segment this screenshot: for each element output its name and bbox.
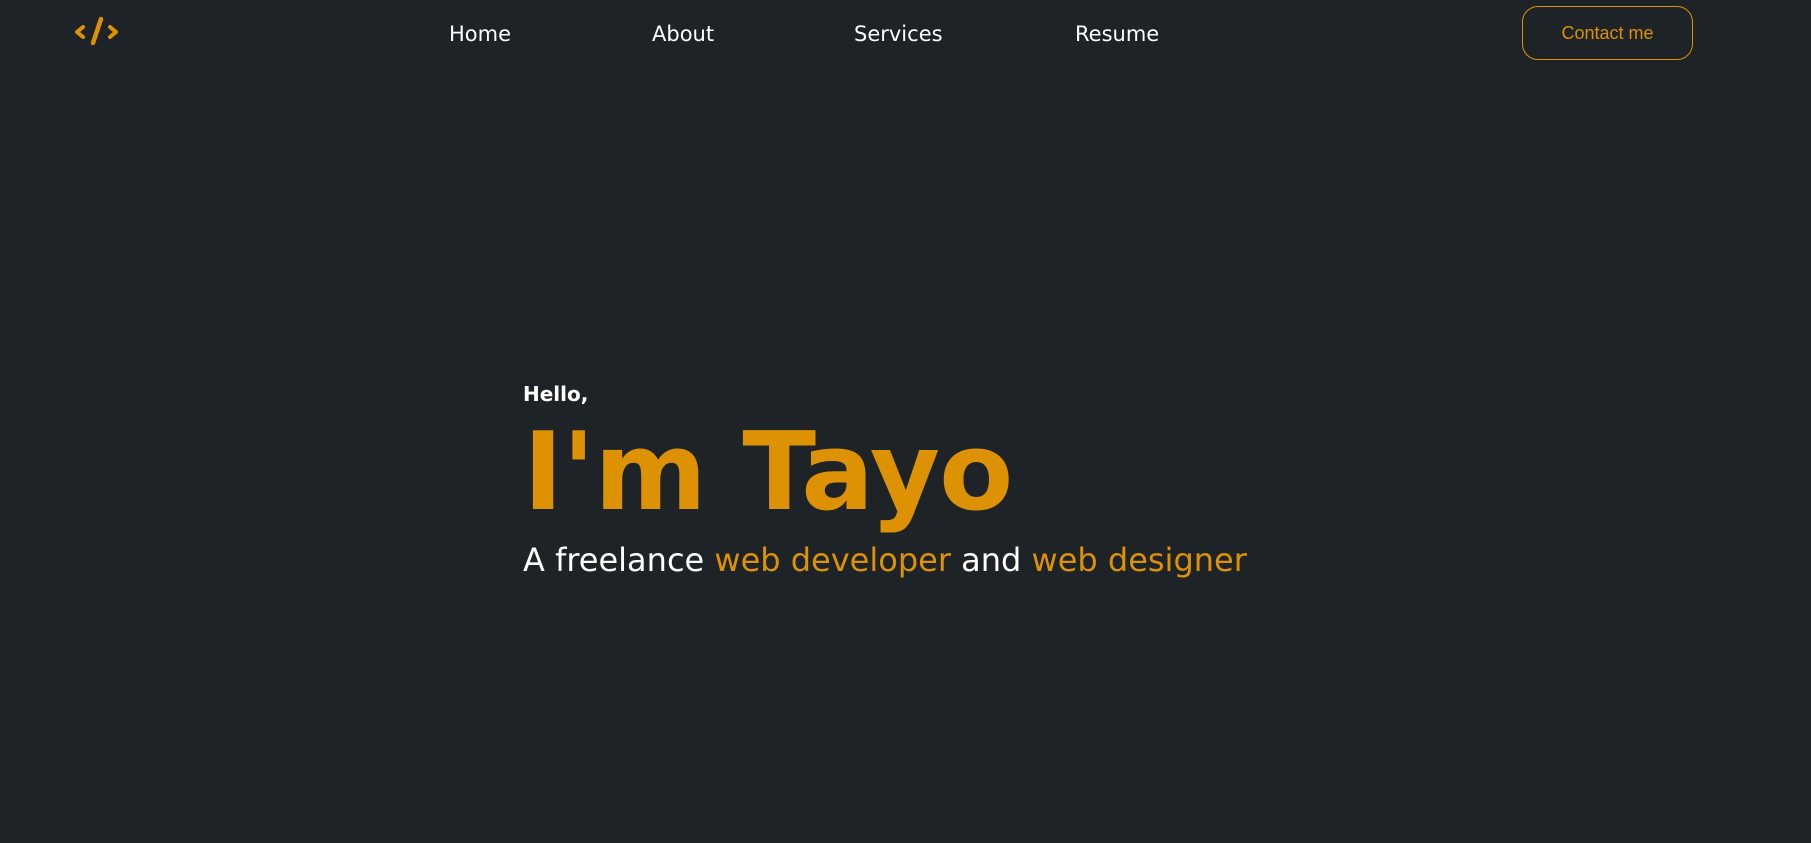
nav-item-services[interactable]: Services <box>854 20 943 48</box>
contact-me-button[interactable]: Contact me <box>1522 6 1693 60</box>
nav-item-resume[interactable]: Resume <box>1075 20 1159 48</box>
hero-section: Hello, I'm Tayo A freelance web develope… <box>523 380 1247 582</box>
nav-item-about[interactable]: About <box>652 20 714 48</box>
code-slash-icon <box>75 16 118 46</box>
logo[interactable] <box>72 14 122 48</box>
nav-item-home[interactable]: Home <box>449 20 511 48</box>
tagline-joiner: and <box>950 541 1032 579</box>
tagline-role-designer: web designer <box>1031 541 1247 579</box>
hero-name: I'm Tayo <box>523 410 1013 535</box>
hero-greeting: Hello, <box>523 382 589 406</box>
tagline-prefix: A freelance <box>523 541 715 579</box>
hero-tagline: A freelance web developer and web design… <box>523 538 1247 582</box>
tagline-role-developer: web developer <box>714 541 951 579</box>
